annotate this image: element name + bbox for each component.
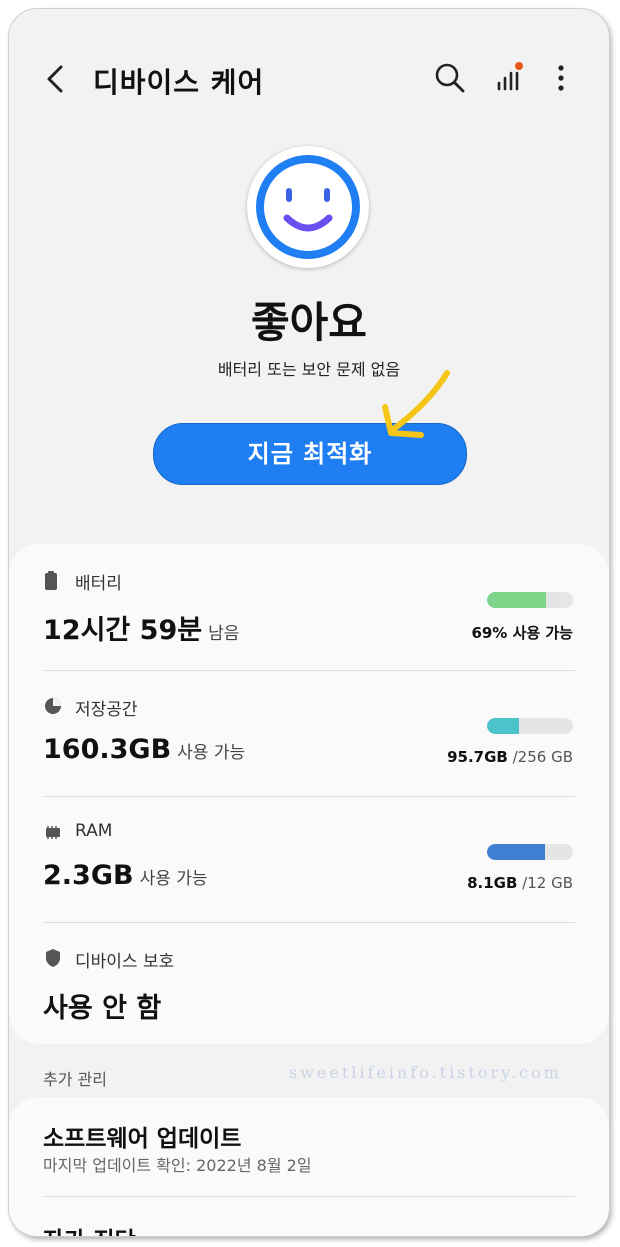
annotation-arrow-icon bbox=[369, 363, 459, 453]
battery-value: 12시간 59분 남음 bbox=[43, 615, 240, 646]
status-headline: 좋아요 bbox=[251, 298, 367, 347]
device-protection-row[interactable]: 디바이스 보호 사용 안 함 bbox=[43, 922, 575, 1048]
status-card: 배터리 12시간 59분 남음 69% 사용 가능 저장공간 160.3GB 사용 … bbox=[9, 544, 609, 1044]
section-title: 추가 관리 bbox=[43, 1070, 107, 1089]
page-title: 디바이스 케어 bbox=[93, 66, 265, 99]
storage-value: 160.3GB 사용 가능 bbox=[43, 734, 246, 765]
storage-row[interactable]: 저장공간 160.3GB 사용 가능 95.7GB /256 GB bbox=[43, 670, 575, 796]
divider bbox=[43, 1196, 575, 1197]
ram-label: RAM bbox=[75, 821, 113, 841]
battery-progress-bar bbox=[487, 592, 573, 608]
status-face-icon bbox=[247, 146, 369, 268]
ram-meta: 8.1GB /12 GB bbox=[467, 874, 573, 892]
ram-value: 2.3GB 사용 가능 bbox=[43, 860, 208, 891]
battery-meta: 69% 사용 가능 bbox=[471, 624, 573, 642]
search-icon[interactable] bbox=[433, 61, 467, 95]
ram-row[interactable]: RAM 2.3GB 사용 가능 8.1GB /12 GB bbox=[43, 796, 575, 922]
app-bar: 디바이스 케어 bbox=[9, 9, 609, 149]
device-protection-label: 디바이스 보호 bbox=[75, 952, 175, 972]
watermark: sweetlifeinfo.tistory.com bbox=[289, 1063, 562, 1082]
device-protection-value: 사용 안 함 bbox=[43, 993, 162, 1024]
storage-meta: 95.7GB /256 GB bbox=[447, 748, 573, 766]
battery-label: 배터리 bbox=[75, 574, 122, 594]
software-update-subtitle: 마지막 업데이트 확인: 2022년 8월 2일 bbox=[43, 1156, 312, 1175]
storage-progress-bar bbox=[487, 718, 573, 734]
more-icon[interactable] bbox=[545, 61, 579, 95]
battery-row[interactable]: 배터리 12시간 59분 남음 69% 사용 가능 bbox=[43, 544, 575, 670]
ram-progress-bar bbox=[487, 844, 573, 860]
status-subtitle: 배터리 또는 보안 문제 없음 bbox=[217, 360, 401, 379]
software-update-title[interactable]: 소프트웨어 업데이트 bbox=[43, 1119, 241, 1153]
self-diagnosis-title[interactable]: 자가 진단 bbox=[43, 1221, 136, 1236]
notification-dot bbox=[515, 62, 523, 70]
storage-label: 저장공간 bbox=[75, 700, 138, 720]
back-arrow-icon[interactable] bbox=[39, 61, 73, 97]
app-screen: 디바이스 케어 좋아요 배터리 또는 보안 문제 없음 지금 최적화 배터리 1… bbox=[9, 9, 609, 1236]
signal-bars-icon[interactable] bbox=[493, 61, 527, 95]
